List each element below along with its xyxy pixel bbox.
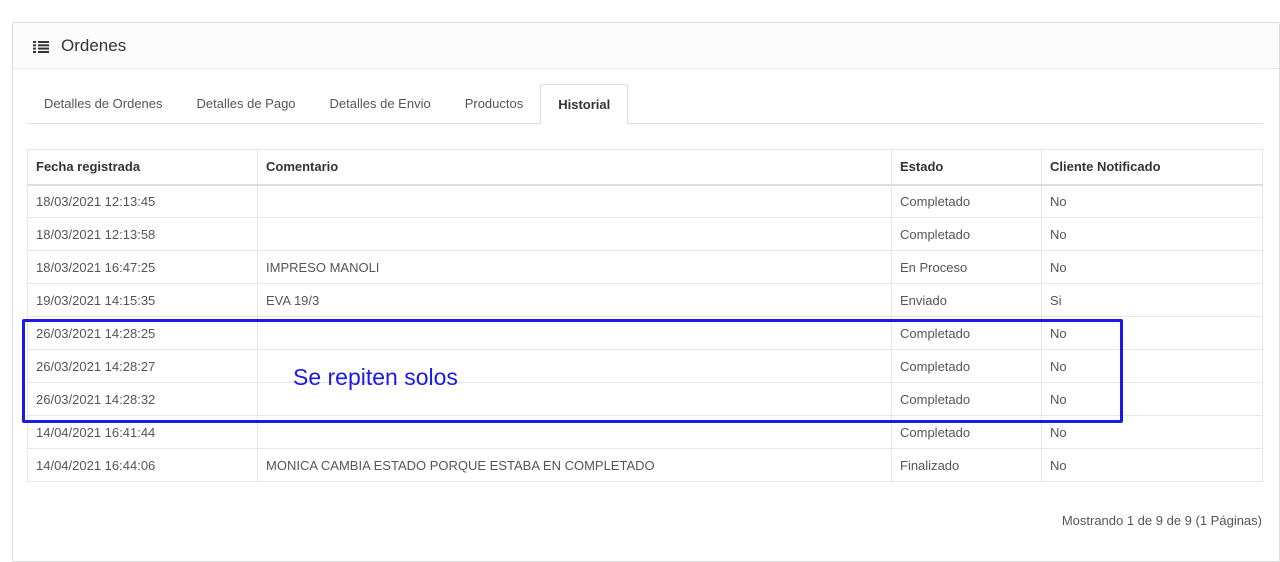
cell-estado: Completado — [891, 184, 1042, 218]
table-row: 18/03/2021 12:13:58 Completado No — [27, 217, 1263, 251]
cell-estado: Enviado — [891, 283, 1042, 317]
cell-notificado: No — [1041, 316, 1263, 350]
table-row: 26/03/2021 14:28:32 Completado No — [27, 382, 1263, 416]
cell-estado: Completado — [891, 349, 1042, 383]
cell-fecha: 14/04/2021 16:44:06 — [27, 448, 258, 482]
cell-estado: Completado — [891, 217, 1042, 251]
cell-fecha: 26/03/2021 14:28:25 — [27, 316, 258, 350]
cell-comentario — [257, 184, 892, 218]
table-row: 26/03/2021 14:28:25 Completado No — [27, 316, 1263, 350]
cell-comentario: MONICA CAMBIA ESTADO PORQUE ESTABA EN CO… — [257, 448, 892, 482]
cell-estado: Finalizado — [891, 448, 1042, 482]
list-icon — [33, 40, 49, 53]
cell-comentario: IMPRESO MANOLI — [257, 250, 892, 284]
cell-fecha: 19/03/2021 14:15:35 — [27, 283, 258, 317]
cell-fecha: 18/03/2021 12:13:45 — [27, 184, 258, 218]
table-row: 19/03/2021 14:15:35 EVA 19/3 Enviado Si — [27, 283, 1263, 317]
tab-detalles-ordenes[interactable]: Detalles de Ordenes — [27, 84, 180, 123]
cell-comentario — [257, 415, 892, 449]
cell-notificado: Si — [1041, 283, 1263, 317]
header-cliente-notificado: Cliente Notificado — [1041, 149, 1263, 186]
cell-notificado: No — [1041, 382, 1263, 416]
cell-fecha: 26/03/2021 14:28:27 — [27, 349, 258, 383]
tab-historial[interactable]: Historial — [540, 84, 629, 124]
cell-notificado: No — [1041, 217, 1263, 251]
table-row: 14/04/2021 16:44:06 MONICA CAMBIA ESTADO… — [27, 448, 1263, 482]
table-row: 26/03/2021 14:28:27 Completado No — [27, 349, 1263, 383]
orders-panel: Ordenes Detalles de Ordenes Detalles de … — [12, 22, 1280, 562]
cell-estado: En Proceso — [891, 250, 1042, 284]
cell-notificado: No — [1041, 448, 1263, 482]
cell-comentario — [257, 316, 892, 350]
history-table: Fecha registrada Comentario Estado Clien… — [27, 149, 1263, 482]
cell-estado: Completado — [891, 316, 1042, 350]
table-row: 18/03/2021 12:13:45 Completado No — [27, 184, 1263, 218]
cell-comentario — [257, 217, 892, 251]
cell-estado: Completado — [891, 382, 1042, 416]
cell-comentario: EVA 19/3 — [257, 283, 892, 317]
cell-notificado: No — [1041, 184, 1263, 218]
cell-fecha: 14/04/2021 16:41:44 — [27, 415, 258, 449]
tab-detalles-envio[interactable]: Detalles de Envio — [313, 84, 448, 123]
cell-notificado: No — [1041, 250, 1263, 284]
table-row: 18/03/2021 16:47:25 IMPRESO MANOLI En Pr… — [27, 250, 1263, 284]
panel-title: Ordenes — [61, 35, 127, 55]
order-tabs: Detalles de Ordenes Detalles de Pago Det… — [27, 83, 1263, 124]
cell-notificado: No — [1041, 349, 1263, 383]
cell-fecha: 18/03/2021 12:13:58 — [27, 217, 258, 251]
header-comentario: Comentario — [257, 149, 892, 186]
panel-heading: Ordenes — [13, 23, 1279, 69]
tab-productos[interactable]: Productos — [448, 84, 541, 123]
cell-fecha: 26/03/2021 14:28:32 — [27, 382, 258, 416]
cell-fecha: 18/03/2021 16:47:25 — [27, 250, 258, 284]
cell-estado: Completado — [891, 415, 1042, 449]
table-row: 14/04/2021 16:41:44 Completado No — [27, 415, 1263, 449]
annotation-text: Se repiten solos — [293, 364, 458, 390]
tab-detalles-pago[interactable]: Detalles de Pago — [180, 84, 313, 123]
header-fecha: Fecha registrada — [27, 149, 258, 186]
cell-notificado: No — [1041, 415, 1263, 449]
pagination-info: Mostrando 1 de 9 de 9 (1 Páginas) — [1061, 513, 1262, 528]
table-header-row: Fecha registrada Comentario Estado Clien… — [27, 149, 1263, 186]
header-estado: Estado — [891, 149, 1042, 186]
